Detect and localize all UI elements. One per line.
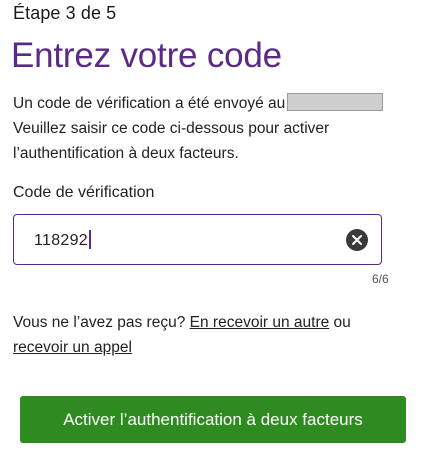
verification-code-input[interactable]: 118292 — [34, 230, 92, 250]
activate-2fa-button[interactable]: Activer l’authentification à deux facteu… — [20, 396, 406, 443]
call-me-link[interactable]: recevoir un appel — [13, 339, 132, 356]
resend-code-link[interactable]: En recevoir un autre — [190, 314, 330, 331]
verification-code-field[interactable]: 118292 — [13, 214, 382, 265]
verification-code-value: 118292 — [34, 232, 89, 249]
description-line-2: Veuillez saisir ce code ci-dessous pour … — [13, 120, 330, 137]
verification-code-label: Code de vérification — [13, 184, 155, 201]
text-caret — [89, 230, 92, 249]
step-indicator: Étape 3 de 5 — [13, 3, 117, 23]
description-line-3: l’authentification à deux facteurs. — [13, 145, 239, 162]
resend-prompt: Vous ne l’avez pas reçu? En recevoir un … — [13, 310, 413, 360]
redacted-phone-number — [287, 93, 384, 111]
clear-icon[interactable] — [346, 229, 368, 251]
page-title: Entrez votre code — [11, 36, 282, 75]
close-icon — [352, 235, 362, 245]
description: Un code de vérification a été envoyé au … — [13, 91, 418, 166]
resend-or: ou — [333, 314, 351, 331]
character-counter: 6/6 — [372, 272, 389, 286]
description-line-1: Un code de vérification a été envoyé au — [13, 95, 286, 112]
resend-prefix: Vous ne l’avez pas reçu? — [13, 314, 186, 331]
